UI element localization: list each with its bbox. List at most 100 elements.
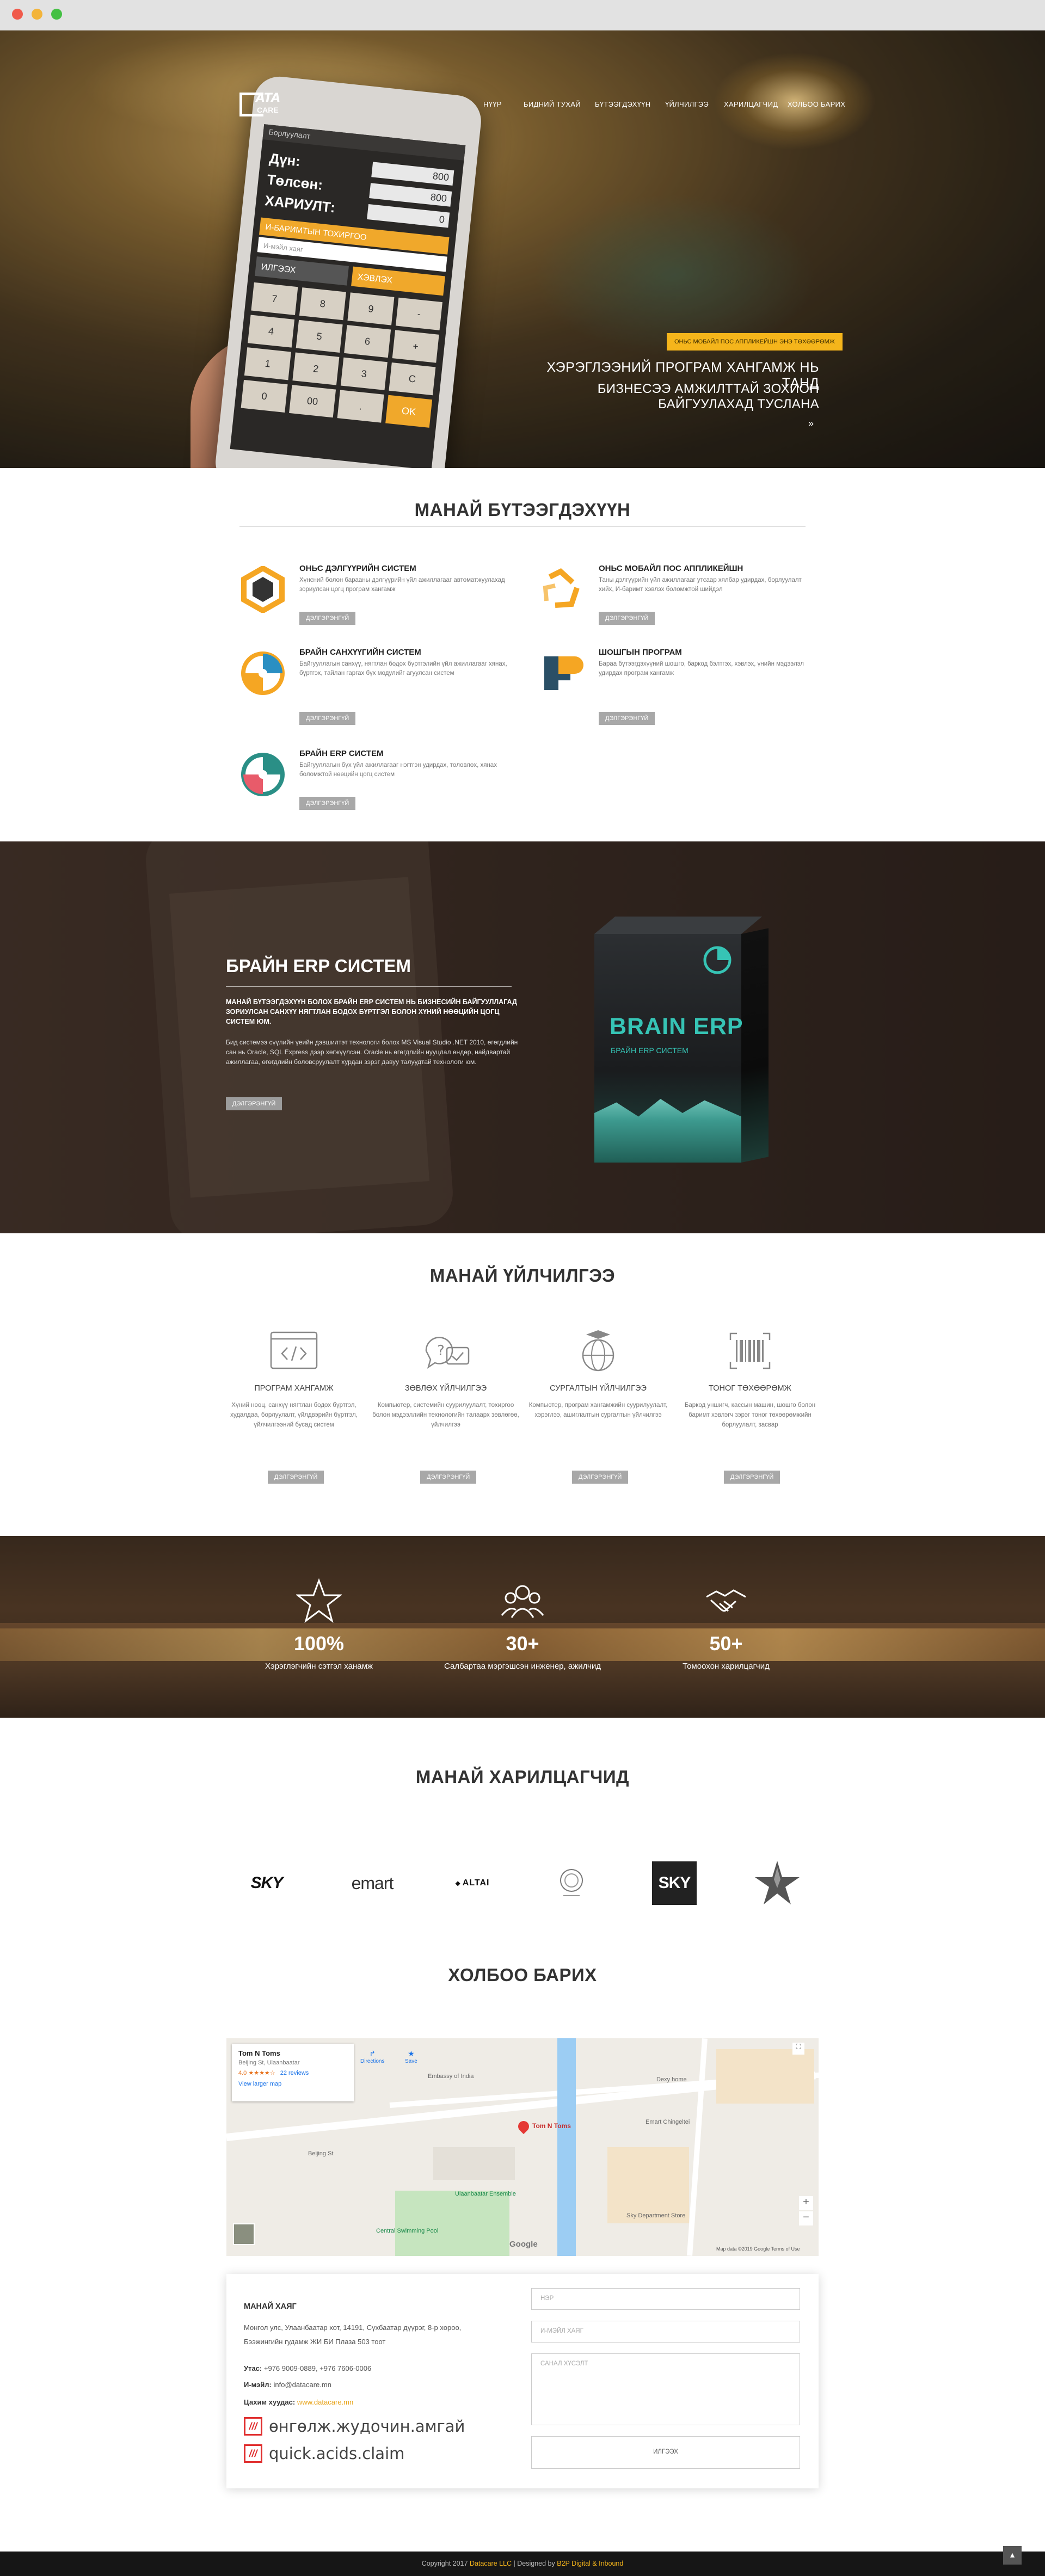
paid-label: Төлсөн: — [266, 171, 324, 193]
satellite-toggle[interactable] — [233, 2223, 255, 2245]
stat-number: 50+ — [709, 1632, 743, 1655]
product-item: БРАЙН ERP СИСТЕМ Байгууллагын бүх үйл аж… — [239, 749, 497, 814]
client-logo-sky-box[interactable]: SKY — [652, 1861, 697, 1905]
stats-section: 100% Хэрэглэгчийн сэтгэл ханамж 30+ Салб… — [0, 1536, 1045, 1718]
what3words-text: quick.acids.claim — [269, 2444, 405, 2463]
erp-description: Бид системээ сүүлийн үеийн дэвшилтэт тех… — [226, 1038, 518, 1066]
product-desc: Хүнсний болон барааны дэлгүүрийн үйл ажи… — [299, 577, 505, 593]
zoom-in-button[interactable]: + — [799, 2196, 813, 2210]
stat-label: Хэрэглэгчийн сэтгэл ханамж — [265, 1662, 373, 1671]
client-logo-star[interactable] — [750, 1861, 804, 1905]
minimize-window-button[interactable] — [32, 9, 42, 20]
nav-clients[interactable]: ХАРИЛЦАГЧИД — [724, 100, 778, 113]
maximize-window-button[interactable] — [51, 9, 62, 20]
nav-products[interactable]: БҮТЭЭГДЭХҮҮН — [595, 100, 650, 113]
product-desc: Таны дэлгүүрийн үйл ажиллагааг утсаар хя… — [599, 577, 802, 593]
stat-number: 100% — [293, 1632, 345, 1655]
map-terms[interactable]: Map data ©2019 Google Terms of Use — [716, 2246, 800, 2252]
keypad-key: 3 — [340, 357, 388, 390]
client-logo-sky[interactable]: SKY — [239, 1861, 294, 1905]
product-more-button[interactable]: ДЭЛГЭРЭНГҮЙ — [299, 612, 356, 625]
onys-store-icon — [241, 566, 285, 613]
designed-by-text: | Designed by — [512, 2560, 557, 2567]
what3words-text: өнгөлж.жудочин.амгай — [269, 2417, 465, 2436]
email-label: И-мэйл: — [244, 2381, 272, 2389]
brain-finance-icon — [241, 651, 285, 695]
brain-erp-logo-icon — [703, 946, 732, 974]
submit-button[interactable]: ИЛГЭЭХ — [531, 2436, 800, 2469]
stat-number: 30+ — [506, 1632, 539, 1655]
svg-text:?: ? — [437, 1343, 445, 1359]
scroll-down-icon[interactable]: » — [808, 418, 814, 429]
emblem-icon — [560, 1869, 583, 1896]
clients-title: МАНАЙ ХАРИЛЦАГЧИД — [415, 1767, 630, 1787]
phone-line: Утас: +976 9009-0889, +976 7606-0006 — [244, 2364, 371, 2372]
hero-subheadline: БИЗНЕСЭЭ АМЖИЛТТАЙ ЗОХИОН БАЙГУУЛАХАД ТУ… — [597, 382, 819, 411]
label-program-icon — [544, 656, 583, 690]
product-item: ОНЬС МОБАЙЛ ПОС АППЛИКЕЙШН Таны дэлгүүри… — [539, 564, 802, 629]
web-label: Цахим хуудас: — [244, 2398, 296, 2406]
nav-contact[interactable]: ХОЛБОО БАРИХ — [788, 100, 845, 113]
fullscreen-icon[interactable]: ⛶ — [792, 2043, 804, 2055]
product-more-button[interactable]: ДЭЛГЭРЭНГҮЙ — [299, 712, 356, 725]
contact-title: ХОЛБОО БАРИХ — [448, 1965, 597, 1985]
what3words-item[interactable]: /// өнгөлж.жудочин.амгай — [244, 2415, 465, 2437]
browser-chrome — [0, 0, 1045, 30]
altai-mark-icon: ◆ — [455, 1879, 460, 1887]
designer-link[interactable]: B2P Digital & Inbound — [557, 2560, 623, 2567]
consulting-chat-icon: ? — [425, 1337, 470, 1369]
box-subtitle: БРАЙН ERP СИСТЕМ — [611, 1046, 689, 1055]
nav-services[interactable]: ҮЙЛЧИЛГЭЭ — [665, 100, 709, 113]
keypad-key: 8 — [299, 287, 346, 321]
products-title: МАНАЙ БҮТЭЭГДЭХҮҮН — [414, 500, 631, 520]
address-text: Монгол улс, Улаанбаатар хот, 14191, Сүхб… — [244, 2323, 462, 2346]
map-label: Ulaanbaatar Ensemble — [455, 2191, 516, 2197]
client-logo-altai[interactable]: ◆ ALTAI — [445, 1861, 500, 1905]
back-to-top-button[interactable]: ▲ — [1003, 2546, 1022, 2565]
erp-subtitle: МАНАЙ БҮТЭЭГДЭХҮҮН БОЛОХ БРАЙН ERP СИСТЕ… — [226, 998, 517, 1025]
web-link[interactable]: www.datacare.mn — [297, 2398, 353, 2406]
client-logo-text: SKY — [658, 1874, 691, 1892]
client-logo-text: SKY — [250, 1874, 284, 1892]
nav-about[interactable]: БИДНИЙ ТУХАЙ — [524, 100, 581, 113]
team-icon — [501, 1585, 544, 1618]
service-item: ТОНОГ ТӨХӨӨРӨМЖ Баркод уншигч, кассын ма… — [677, 1329, 823, 1430]
sky-box-logo: SKY — [652, 1861, 697, 1905]
google-logo: Google — [509, 2240, 538, 2249]
service-more-button[interactable]: ДЭЛГЭРЭНГҮЙ — [724, 1471, 780, 1484]
phone-label: Утас: — [244, 2364, 262, 2372]
product-more-button[interactable]: ДЭЛГЭРЭНГҮЙ — [599, 712, 655, 725]
company-link[interactable]: Datacare LLC — [470, 2560, 512, 2567]
hero-badge[interactable]: ОНЬС МОБАЙЛ ПОС АППЛИКЕЙШН ЭНЭ ТӨХӨӨРӨМЖ — [667, 333, 843, 351]
message-field[interactable]: САНАЛ ХҮСЭЛТ — [531, 2353, 800, 2425]
hero-section: Борлуулалт Дүн: 800 Төлсөн: 800 ХАРИУЛТ:… — [0, 30, 1045, 468]
footer: Copyright 2017 Datacare LLC | Designed b… — [0, 2552, 1045, 2576]
product-more-button[interactable]: ДЭЛГЭРЭНГҮЙ — [599, 612, 655, 625]
erp-more-button[interactable]: ДЭЛГЭРЭНГҮЙ — [226, 1097, 282, 1110]
client-logo-emblem[interactable] — [550, 1861, 593, 1905]
brain-erp-box-image: BRAIN ERP БРАЙН ERP СИСТЕМ — [578, 912, 769, 1168]
product-item: ШОШГЫН ПРОГРАМ Бараа бүтээгдэхүүний шошг… — [539, 648, 804, 729]
stat-item: 50+ Томоохон харилцагчид — [644, 1578, 808, 1671]
close-window-button[interactable] — [12, 9, 23, 20]
what3words-item[interactable]: /// quick.acids.claim — [244, 2443, 404, 2464]
zoom-out-button[interactable]: − — [799, 2211, 813, 2225]
nav-home[interactable]: НҮҮР — [483, 100, 502, 113]
email-field[interactable]: И-МЭЙЛ ХАЯГ — [531, 2321, 800, 2343]
barcode-scanner-icon — [729, 1332, 771, 1369]
keypad-key: OK — [385, 395, 433, 428]
google-map[interactable]: Tom N Toms Beijing St, Ulaanbaatar 4.0 ★… — [226, 2038, 819, 2256]
service-more-button[interactable]: ДЭЛГЭРЭНГҮЙ — [572, 1471, 629, 1484]
product-more-button[interactable]: ДЭЛГЭРЭНГҮЙ — [299, 797, 356, 810]
email-link[interactable]: info@datacare.mn — [274, 2381, 331, 2389]
service-more-button[interactable]: ДЭЛГЭРЭНГҮЙ — [268, 1471, 324, 1484]
erp-overlay — [0, 841, 1045, 1233]
client-logo-emart[interactable]: emart — [340, 1861, 405, 1905]
service-more-button[interactable]: ДЭЛГЭРЭНГҮЙ — [420, 1471, 477, 1484]
erp-title: БРАЙН ERP СИСТЕМ — [226, 956, 411, 976]
name-field[interactable]: НЭР — [531, 2288, 800, 2310]
logo-sub: CARE — [257, 106, 279, 114]
training-globe-icon — [582, 1330, 614, 1372]
star-outline-icon — [295, 1578, 343, 1623]
site-logo[interactable]: ATA CARE — [239, 90, 292, 119]
